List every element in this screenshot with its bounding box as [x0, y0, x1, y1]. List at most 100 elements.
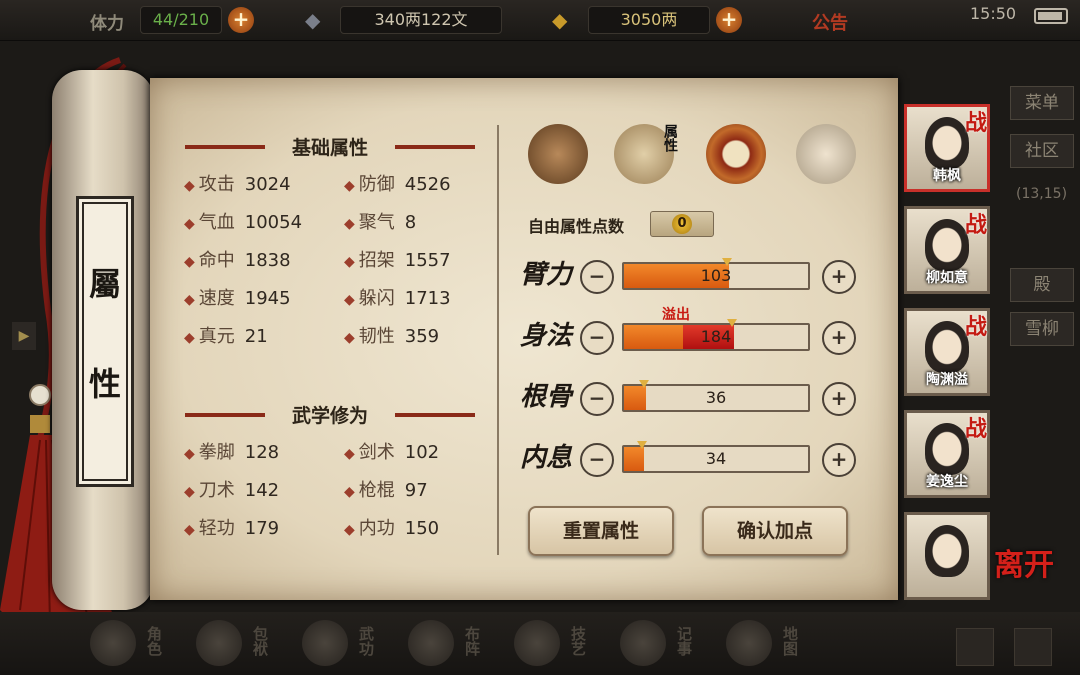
coords-readout: (13,15) [1016, 186, 1068, 202]
avatar [925, 423, 969, 475]
increase-button-0[interactable]: + [822, 260, 856, 294]
stat-value: 3024 [244, 174, 291, 195]
diamond-icon: ◆ [184, 446, 195, 462]
tab-bagua-icon[interactable] [706, 124, 766, 184]
bottom-nav-label-6[interactable]: 地图 [780, 626, 801, 656]
increase-button-3[interactable]: + [822, 443, 856, 477]
stat-value: 1838 [244, 250, 291, 271]
battle-badge: 战 [964, 110, 987, 136]
stat-label: 招架 [358, 250, 395, 271]
page-title-plaque: 屬 性 [76, 196, 134, 487]
tab-attribute-icon[interactable]: 属性 [614, 124, 678, 184]
party-member-1[interactable]: 战柳如意 [904, 206, 990, 294]
stat-martial-1: ◆ 剑术 102 [344, 438, 439, 464]
attr-marker-icon [727, 319, 738, 327]
add-stamina-button[interactable]: + [228, 7, 254, 33]
party-member-4[interactable] [904, 512, 990, 600]
attr-bar-0[interactable]: 103 [622, 262, 810, 290]
stat-value: 1557 [404, 250, 451, 271]
party-member-0[interactable]: 战韩枫 [904, 104, 990, 192]
stat-basic_attributes-0: ◆ 攻击 3024 [184, 170, 291, 196]
stat-label: 拳脚 [198, 442, 235, 463]
bottom-nav-icon-5[interactable] [620, 620, 666, 666]
party-member-2[interactable]: 战陶渊溢 [904, 308, 990, 396]
basic-attributes-title: 基础属性 [291, 137, 368, 159]
stat-label: 攻击 [198, 174, 235, 195]
attr-value: 34 [705, 449, 727, 468]
add-gold-button[interactable]: + [716, 7, 742, 33]
battery-icon [1034, 8, 1068, 24]
stat-label: 刀术 [198, 480, 235, 501]
stat-value: 21 [244, 326, 268, 347]
bottom-nav-label-1[interactable]: 包袱 [250, 626, 271, 656]
avatar [925, 321, 969, 373]
stat-value: 359 [404, 326, 440, 347]
stat-martial-4: ◆ 轻功 179 [184, 514, 279, 540]
tab-character-icon[interactable] [528, 124, 588, 184]
community-button[interactable]: 社区 [1010, 134, 1074, 168]
party-member-name: 姜逸尘 [926, 474, 968, 490]
stat-basic_attributes-8: ◆ 真元 21 [184, 322, 268, 348]
stat-label: 韧性 [358, 326, 395, 347]
stat-martial-5: ◆ 内功 150 [344, 514, 439, 540]
attr-name-1: 身法 [520, 321, 573, 351]
bottom-nav-icon-6[interactable] [726, 620, 772, 666]
stat-label: 轻功 [198, 518, 235, 539]
clock: 15:50 [970, 4, 1017, 23]
attr-bar-3[interactable]: 34 [622, 445, 810, 473]
stat-basic_attributes-6: ◆ 速度 1945 [184, 284, 291, 310]
avatar [925, 219, 969, 271]
stat-basic_attributes-4: ◆ 命中 1838 [184, 246, 291, 272]
bottom-nav-icon-0[interactable] [90, 620, 136, 666]
bottom-nav-label-2[interactable]: 武功 [356, 626, 377, 656]
stamina-value: 44/210 [140, 6, 222, 34]
stat-value: 97 [404, 480, 428, 501]
gold-value: 3050两 [588, 6, 710, 34]
stat-label: 防御 [358, 174, 395, 195]
tab-meridian-icon[interactable] [796, 124, 856, 184]
decrease-button-0[interactable]: − [580, 260, 614, 294]
increase-button-2[interactable]: + [822, 382, 856, 416]
attr-bar-2[interactable]: 36 [622, 384, 810, 412]
party-member-name: 柳如意 [926, 270, 968, 286]
stat-value: 128 [244, 442, 280, 463]
side-item-a[interactable]: 殿 [1010, 268, 1074, 302]
side-item-b[interactable]: 雪柳 [1010, 312, 1074, 346]
party-member-name: 陶渊溢 [926, 372, 968, 388]
bottom-nav-label-0[interactable]: 角色 [144, 626, 165, 656]
top-status-bar: 体力 44/210 + ◆ 340两122文 ◆ 3050两 + 公告 15:5… [0, 0, 1080, 41]
stat-label: 躲闪 [358, 288, 395, 309]
confirm-points-button[interactable]: 确认加点 [702, 506, 848, 556]
bottom-extra-button-2[interactable] [1014, 628, 1052, 666]
bottom-nav-icon-2[interactable] [302, 620, 348, 666]
stat-value: 102 [404, 442, 440, 463]
silver-ingot-icon: ◆ [305, 8, 321, 32]
decrease-button-3[interactable]: − [580, 443, 614, 477]
diamond-icon: ◆ [184, 216, 195, 232]
bottom-nav-label-4[interactable]: 技艺 [568, 626, 589, 656]
attr-bar-1[interactable]: 184 [622, 323, 810, 351]
leave-button[interactable]: 离开 [994, 540, 1054, 584]
bottom-nav-label-3[interactable]: 布阵 [462, 626, 483, 656]
party-member-3[interactable]: 战姜逸尘 [904, 410, 990, 498]
overflow-label: 溢出 [662, 307, 690, 323]
diamond-icon: ◆ [184, 178, 195, 194]
menu-button[interactable]: 菜单 [1010, 86, 1074, 120]
bottom-nav-label-5[interactable]: 记事 [674, 626, 695, 656]
reset-attributes-button[interactable]: 重置属性 [528, 506, 674, 556]
bottom-nav-icon-4[interactable] [514, 620, 560, 666]
stat-label: 真元 [198, 326, 235, 347]
diamond-icon: ◆ [344, 330, 355, 346]
decrease-button-1[interactable]: − [580, 321, 614, 355]
bottom-nav-icon-1[interactable] [196, 620, 242, 666]
bottom-extra-button-1[interactable] [956, 628, 994, 666]
increase-button-1[interactable]: + [822, 321, 856, 355]
free-points-value: 0 [672, 214, 692, 234]
decrease-button-2[interactable]: − [580, 382, 614, 416]
notice-button[interactable]: 公告 [812, 9, 848, 35]
battle-badge: 战 [964, 314, 987, 340]
stat-martial-2: ◆ 刀术 142 [184, 476, 279, 502]
bottom-nav-icon-3[interactable] [408, 620, 454, 666]
avatar [925, 117, 969, 169]
stat-label: 速度 [198, 288, 235, 309]
